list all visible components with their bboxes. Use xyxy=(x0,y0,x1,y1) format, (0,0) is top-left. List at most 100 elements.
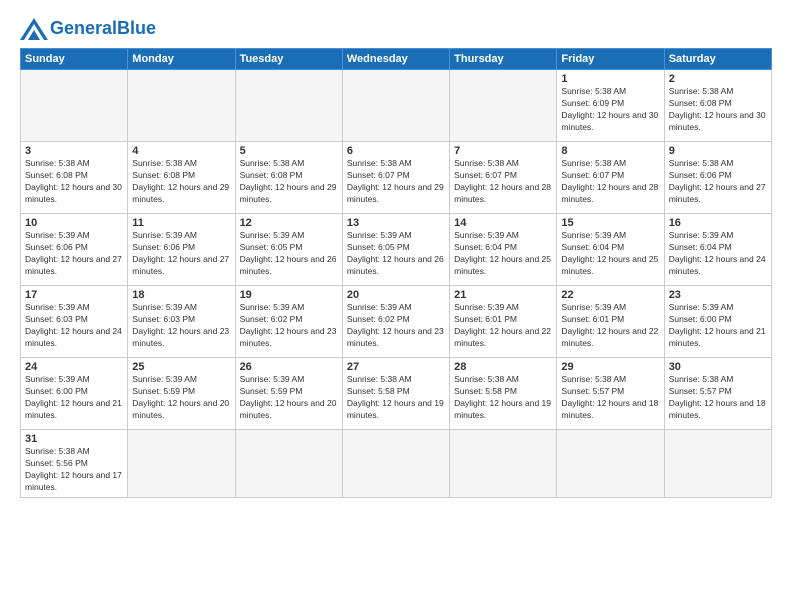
day-info: Sunrise: 5:38 AM Sunset: 6:07 PM Dayligh… xyxy=(347,158,445,206)
day-header-thursday: Thursday xyxy=(450,49,557,70)
day-number: 8 xyxy=(561,145,659,157)
day-info: Sunrise: 5:38 AM Sunset: 6:09 PM Dayligh… xyxy=(561,86,659,134)
day-header-friday: Friday xyxy=(557,49,664,70)
week-row-1: 1Sunrise: 5:38 AM Sunset: 6:09 PM Daylig… xyxy=(21,70,772,142)
day-info: Sunrise: 5:39 AM Sunset: 6:05 PM Dayligh… xyxy=(347,230,445,278)
page: GeneralBlue SundayMondayTuesdayWednesday… xyxy=(0,0,792,612)
day-info: Sunrise: 5:39 AM Sunset: 6:05 PM Dayligh… xyxy=(240,230,338,278)
calendar-cell xyxy=(21,70,128,142)
logo-blue: Blue xyxy=(117,18,156,38)
calendar-cell: 31Sunrise: 5:38 AM Sunset: 5:56 PM Dayli… xyxy=(21,430,128,498)
calendar-cell: 21Sunrise: 5:39 AM Sunset: 6:01 PM Dayli… xyxy=(450,286,557,358)
day-info: Sunrise: 5:38 AM Sunset: 5:57 PM Dayligh… xyxy=(669,374,767,422)
day-info: Sunrise: 5:38 AM Sunset: 6:06 PM Dayligh… xyxy=(669,158,767,206)
calendar-cell: 10Sunrise: 5:39 AM Sunset: 6:06 PM Dayli… xyxy=(21,214,128,286)
calendar-cell xyxy=(342,430,449,498)
calendar-cell: 13Sunrise: 5:39 AM Sunset: 6:05 PM Dayli… xyxy=(342,214,449,286)
calendar-cell xyxy=(235,70,342,142)
day-number: 12 xyxy=(240,217,338,229)
day-number: 23 xyxy=(669,289,767,301)
calendar-cell xyxy=(557,430,664,498)
day-info: Sunrise: 5:38 AM Sunset: 6:08 PM Dayligh… xyxy=(669,86,767,134)
day-info: Sunrise: 5:39 AM Sunset: 6:04 PM Dayligh… xyxy=(561,230,659,278)
day-number: 24 xyxy=(25,361,123,373)
calendar-cell: 3Sunrise: 5:38 AM Sunset: 6:08 PM Daylig… xyxy=(21,142,128,214)
day-number: 31 xyxy=(25,433,123,445)
day-info: Sunrise: 5:39 AM Sunset: 6:06 PM Dayligh… xyxy=(132,230,230,278)
calendar-cell: 8Sunrise: 5:38 AM Sunset: 6:07 PM Daylig… xyxy=(557,142,664,214)
day-number: 16 xyxy=(669,217,767,229)
day-info: Sunrise: 5:39 AM Sunset: 6:01 PM Dayligh… xyxy=(561,302,659,350)
week-row-5: 24Sunrise: 5:39 AM Sunset: 6:00 PM Dayli… xyxy=(21,358,772,430)
calendar-cell: 22Sunrise: 5:39 AM Sunset: 6:01 PM Dayli… xyxy=(557,286,664,358)
header: GeneralBlue xyxy=(20,16,772,40)
calendar-cell xyxy=(664,430,771,498)
calendar-cell: 23Sunrise: 5:39 AM Sunset: 6:00 PM Dayli… xyxy=(664,286,771,358)
day-info: Sunrise: 5:38 AM Sunset: 6:07 PM Dayligh… xyxy=(561,158,659,206)
day-number: 25 xyxy=(132,361,230,373)
day-number: 22 xyxy=(561,289,659,301)
day-number: 20 xyxy=(347,289,445,301)
calendar-cell xyxy=(128,70,235,142)
week-row-4: 17Sunrise: 5:39 AM Sunset: 6:03 PM Dayli… xyxy=(21,286,772,358)
calendar-cell: 16Sunrise: 5:39 AM Sunset: 6:04 PM Dayli… xyxy=(664,214,771,286)
calendar-cell xyxy=(128,430,235,498)
day-info: Sunrise: 5:39 AM Sunset: 6:02 PM Dayligh… xyxy=(240,302,338,350)
calendar-cell: 15Sunrise: 5:39 AM Sunset: 6:04 PM Dayli… xyxy=(557,214,664,286)
calendar-cell: 4Sunrise: 5:38 AM Sunset: 6:08 PM Daylig… xyxy=(128,142,235,214)
calendar-cell: 11Sunrise: 5:39 AM Sunset: 6:06 PM Dayli… xyxy=(128,214,235,286)
week-row-6: 31Sunrise: 5:38 AM Sunset: 5:56 PM Dayli… xyxy=(21,430,772,498)
calendar-cell: 30Sunrise: 5:38 AM Sunset: 5:57 PM Dayli… xyxy=(664,358,771,430)
day-number: 15 xyxy=(561,217,659,229)
calendar-cell: 7Sunrise: 5:38 AM Sunset: 6:07 PM Daylig… xyxy=(450,142,557,214)
calendar: SundayMondayTuesdayWednesdayThursdayFrid… xyxy=(20,48,772,498)
calendar-cell: 5Sunrise: 5:38 AM Sunset: 6:08 PM Daylig… xyxy=(235,142,342,214)
day-info: Sunrise: 5:38 AM Sunset: 6:08 PM Dayligh… xyxy=(240,158,338,206)
day-info: Sunrise: 5:39 AM Sunset: 6:04 PM Dayligh… xyxy=(454,230,552,278)
calendar-cell: 19Sunrise: 5:39 AM Sunset: 6:02 PM Dayli… xyxy=(235,286,342,358)
day-number: 3 xyxy=(25,145,123,157)
day-info: Sunrise: 5:39 AM Sunset: 6:00 PM Dayligh… xyxy=(25,374,123,422)
day-header-monday: Monday xyxy=(128,49,235,70)
day-number: 5 xyxy=(240,145,338,157)
calendar-cell xyxy=(450,430,557,498)
calendar-cell: 20Sunrise: 5:39 AM Sunset: 6:02 PM Dayli… xyxy=(342,286,449,358)
day-number: 30 xyxy=(669,361,767,373)
day-number: 18 xyxy=(132,289,230,301)
day-info: Sunrise: 5:39 AM Sunset: 6:02 PM Dayligh… xyxy=(347,302,445,350)
calendar-cell: 9Sunrise: 5:38 AM Sunset: 6:06 PM Daylig… xyxy=(664,142,771,214)
calendar-cell xyxy=(450,70,557,142)
logo: GeneralBlue xyxy=(20,16,156,40)
day-info: Sunrise: 5:39 AM Sunset: 5:59 PM Dayligh… xyxy=(240,374,338,422)
day-number: 21 xyxy=(454,289,552,301)
logo-general: General xyxy=(50,18,117,38)
day-info: Sunrise: 5:39 AM Sunset: 6:01 PM Dayligh… xyxy=(454,302,552,350)
day-number: 11 xyxy=(132,217,230,229)
calendar-cell xyxy=(235,430,342,498)
logo-icon xyxy=(20,18,48,40)
day-header-wednesday: Wednesday xyxy=(342,49,449,70)
day-number: 1 xyxy=(561,73,659,85)
day-number: 13 xyxy=(347,217,445,229)
day-number: 6 xyxy=(347,145,445,157)
day-info: Sunrise: 5:38 AM Sunset: 5:58 PM Dayligh… xyxy=(347,374,445,422)
calendar-cell: 18Sunrise: 5:39 AM Sunset: 6:03 PM Dayli… xyxy=(128,286,235,358)
day-number: 27 xyxy=(347,361,445,373)
day-number: 29 xyxy=(561,361,659,373)
day-number: 7 xyxy=(454,145,552,157)
calendar-cell: 6Sunrise: 5:38 AM Sunset: 6:07 PM Daylig… xyxy=(342,142,449,214)
calendar-cell: 27Sunrise: 5:38 AM Sunset: 5:58 PM Dayli… xyxy=(342,358,449,430)
day-number: 28 xyxy=(454,361,552,373)
calendar-header-row: SundayMondayTuesdayWednesdayThursdayFrid… xyxy=(21,49,772,70)
day-info: Sunrise: 5:39 AM Sunset: 6:04 PM Dayligh… xyxy=(669,230,767,278)
calendar-cell: 2Sunrise: 5:38 AM Sunset: 6:08 PM Daylig… xyxy=(664,70,771,142)
day-header-tuesday: Tuesday xyxy=(235,49,342,70)
day-number: 14 xyxy=(454,217,552,229)
calendar-cell: 25Sunrise: 5:39 AM Sunset: 5:59 PM Dayli… xyxy=(128,358,235,430)
day-info: Sunrise: 5:38 AM Sunset: 6:08 PM Dayligh… xyxy=(132,158,230,206)
day-number: 26 xyxy=(240,361,338,373)
day-info: Sunrise: 5:39 AM Sunset: 6:06 PM Dayligh… xyxy=(25,230,123,278)
day-number: 9 xyxy=(669,145,767,157)
calendar-cell: 24Sunrise: 5:39 AM Sunset: 6:00 PM Dayli… xyxy=(21,358,128,430)
calendar-cell xyxy=(342,70,449,142)
